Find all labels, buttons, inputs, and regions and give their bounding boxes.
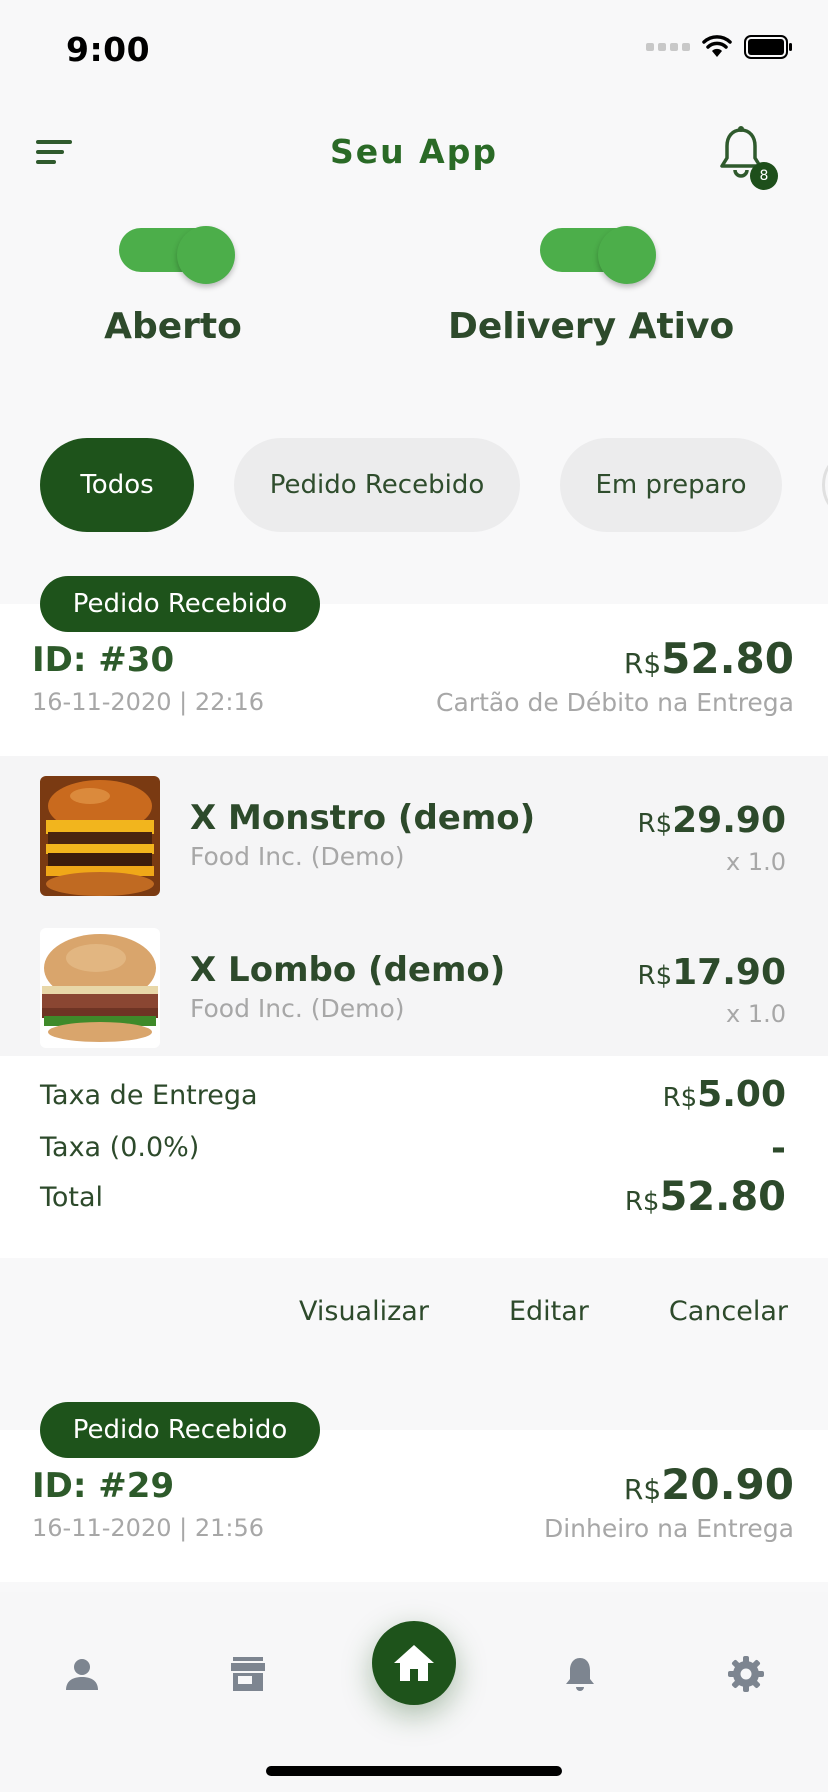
notification-button[interactable]: 8 bbox=[718, 126, 778, 190]
gear-icon bbox=[728, 1656, 764, 1692]
summary-row-tax: Taxa (0.0%) - bbox=[40, 1126, 786, 1174]
item-price-currency: R$ bbox=[637, 961, 673, 991]
home-indicator bbox=[266, 1766, 562, 1776]
order-date: 16-11-2020 | 22:16 bbox=[32, 688, 264, 716]
total-amount: 52.80 bbox=[659, 1174, 786, 1220]
aberto-label: Aberto bbox=[104, 306, 242, 347]
filter-more-chip[interactable] bbox=[822, 458, 828, 512]
tax-amount: - bbox=[771, 1128, 786, 1169]
order-summary: Taxa de Entrega R$5.00 Taxa (0.0%) - Tot… bbox=[0, 1056, 828, 1258]
item-name: X Lombo (demo) bbox=[190, 950, 506, 990]
nav-settings[interactable] bbox=[722, 1650, 770, 1698]
order-card[interactable]: Pedido Recebido ID: #29 16-11-2020 | 21:… bbox=[0, 1402, 828, 1582]
filter-pedido-recebido[interactable]: Pedido Recebido bbox=[234, 438, 520, 532]
order-total: R$52.80 bbox=[624, 634, 794, 683]
cancel-button[interactable]: Cancelar bbox=[669, 1296, 788, 1327]
app-header: Seu App 8 bbox=[0, 120, 828, 190]
summary-row-delivery: Taxa de Entrega R$5.00 bbox=[40, 1074, 786, 1122]
item-price: R$17.90 bbox=[638, 952, 786, 993]
delivery-fee-value: R$5.00 bbox=[663, 1074, 786, 1115]
total-label: Total bbox=[40, 1182, 104, 1213]
person-icon bbox=[66, 1659, 98, 1690]
delivery-fee-currency: R$ bbox=[662, 1083, 698, 1113]
order-total-currency: R$ bbox=[623, 1473, 662, 1506]
app-title: Seu App bbox=[330, 132, 498, 171]
edit-button[interactable]: Editar bbox=[509, 1296, 589, 1327]
item-price-currency: R$ bbox=[637, 809, 673, 839]
status-bar: 9:00 bbox=[0, 0, 828, 100]
status-icons bbox=[646, 34, 794, 60]
order-id: ID: #29 bbox=[32, 1466, 175, 1506]
order-date: 16-11-2020 | 21:56 bbox=[32, 1514, 264, 1542]
toggle-aberto: Aberto bbox=[104, 222, 242, 347]
order-id: ID: #30 bbox=[32, 640, 175, 680]
order-total: R$20.90 bbox=[624, 1460, 794, 1509]
filter-em-preparo[interactable]: Em preparo bbox=[560, 438, 782, 532]
item-price-amount: 29.90 bbox=[672, 800, 786, 841]
battery-icon bbox=[744, 35, 792, 59]
status-badge: Pedido Recebido bbox=[40, 576, 320, 632]
nav-home[interactable] bbox=[372, 1621, 456, 1705]
toggle-delivery: Delivery Ativo bbox=[448, 222, 734, 347]
order-total-currency: R$ bbox=[623, 647, 662, 680]
order-items: X Monstro (demo) Food Inc. (Demo) R$29.9… bbox=[0, 756, 828, 1056]
tax-value: - bbox=[771, 1128, 786, 1169]
item-vendor: Food Inc. (Demo) bbox=[190, 994, 405, 1023]
delivery-label: Delivery Ativo bbox=[448, 306, 735, 347]
total-value: R$52.80 bbox=[625, 1174, 786, 1220]
payment-method: Dinheiro na Entrega bbox=[543, 1514, 794, 1543]
delivery-switch[interactable] bbox=[540, 222, 656, 284]
nav-store[interactable] bbox=[224, 1650, 272, 1698]
wifi-icon bbox=[702, 35, 732, 57]
nav-notifications[interactable] bbox=[556, 1650, 604, 1698]
order-total-amount: 20.90 bbox=[661, 1460, 794, 1509]
item-price-amount: 17.90 bbox=[672, 952, 786, 993]
burger-image bbox=[40, 928, 160, 1048]
list-item[interactable]: X Lombo (demo) Food Inc. (Demo) R$17.90 … bbox=[0, 928, 828, 1050]
item-price: R$29.90 bbox=[638, 800, 786, 841]
delivery-fee-label: Taxa de Entrega bbox=[40, 1080, 258, 1111]
order-actions: Visualizar Editar Cancelar bbox=[299, 1296, 788, 1327]
item-vendor: Food Inc. (Demo) bbox=[190, 842, 405, 871]
item-quantity: x 1.0 bbox=[726, 1000, 786, 1028]
order-card[interactable]: Pedido Recebido ID: #30 16-11-2020 | 22:… bbox=[0, 576, 828, 1258]
store-icon bbox=[231, 1657, 265, 1691]
delivery-fee-amount: 5.00 bbox=[697, 1074, 786, 1115]
tax-label: Taxa (0.0%) bbox=[40, 1132, 200, 1163]
summary-row-total: Total R$52.80 bbox=[40, 1174, 786, 1222]
payment-method: Cartão de Débito na Entrega bbox=[436, 688, 794, 717]
home-icon bbox=[394, 1645, 434, 1681]
total-currency: R$ bbox=[624, 1187, 660, 1217]
bottom-nav bbox=[0, 1592, 828, 1792]
burger-image bbox=[40, 776, 160, 896]
filter-chips: Todos Pedido Recebido Em preparo bbox=[40, 438, 782, 532]
aberto-switch[interactable] bbox=[119, 222, 235, 284]
item-name: X Monstro (demo) bbox=[190, 798, 536, 838]
bell-icon bbox=[566, 1658, 594, 1691]
status-badge: Pedido Recebido bbox=[40, 1402, 320, 1458]
nav-profile[interactable] bbox=[58, 1650, 106, 1698]
list-item[interactable]: X Monstro (demo) Food Inc. (Demo) R$29.9… bbox=[0, 776, 828, 898]
notification-badge: 8 bbox=[750, 162, 778, 190]
cellular-signal-icon bbox=[646, 43, 690, 51]
view-button[interactable]: Visualizar bbox=[299, 1296, 429, 1327]
status-time: 9:00 bbox=[66, 30, 151, 69]
item-quantity: x 1.0 bbox=[726, 848, 786, 876]
filter-todos[interactable]: Todos bbox=[40, 438, 194, 532]
order-total-amount: 52.80 bbox=[661, 634, 794, 683]
